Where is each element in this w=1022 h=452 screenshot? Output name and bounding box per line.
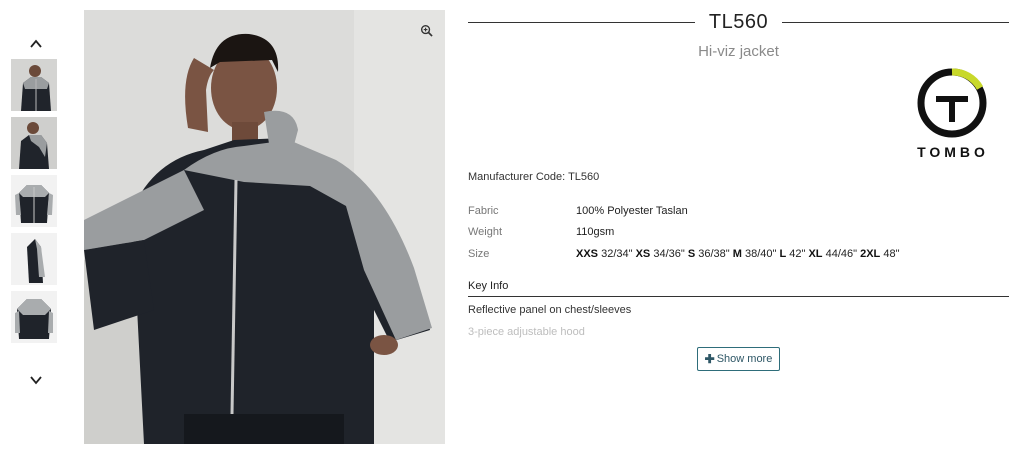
product-info-panel: TL560 Hi-viz jacket TOMBO Manufacturer C… (468, 0, 1009, 452)
size-measure: 42" (789, 248, 806, 260)
size-measure: 48" (883, 248, 900, 260)
title-divider-right (782, 21, 1009, 23)
spec-row-weight: Weight 110gsm (468, 226, 1009, 238)
thumbnail-1[interactable] (11, 59, 57, 111)
spec-label-weight: Weight (468, 226, 503, 238)
size-name: XXS (576, 248, 599, 260)
size-name: S (687, 248, 696, 260)
chevron-down-icon[interactable] (25, 369, 47, 391)
product-name: Hi-viz jacket (698, 43, 779, 60)
size-name: XL (808, 248, 823, 260)
size-measure: 34/36" (653, 248, 685, 260)
brand-logo[interactable]: TOMBO (896, 66, 1010, 160)
spec-row-size: Size XXS 32/34" XS 34/36" S 36/38" M 38/… (468, 248, 1009, 260)
size-measure: 32/34" (601, 248, 633, 260)
size-name: XS (635, 248, 651, 260)
show-more-label: Show more (716, 353, 773, 365)
manufacturer-code-value: TL560 (568, 171, 600, 183)
main-product-image[interactable] (84, 10, 445, 444)
size-measure: 38/40" (744, 248, 777, 260)
size-name: 2XL (860, 248, 881, 260)
key-info-item: Reflective panel on chest/sleeves (468, 304, 632, 316)
spec-label-size: Size (468, 248, 490, 260)
thumbnail-column (0, 0, 70, 452)
product-code-title: TL560 (708, 10, 769, 33)
svg-text:TOMBO: TOMBO (917, 144, 989, 160)
manufacturer-code: Manufacturer Code: TL560 (468, 171, 599, 183)
chevron-up-icon[interactable] (25, 33, 47, 55)
spec-value-weight: 110gsm (576, 226, 615, 238)
manufacturer-code-label: Manufacturer Code: (468, 171, 566, 183)
size-measure: 36/38" (698, 248, 730, 260)
size-name: L (779, 248, 787, 260)
zoom-in-icon[interactable] (414, 18, 438, 42)
size-measure: 44/46" (825, 248, 858, 260)
show-more-button[interactable]: ✚ Show more (697, 347, 780, 371)
key-info-heading: Key Info (468, 280, 1009, 297)
spec-row-fabric: Fabric 100% Polyester Taslan (468, 205, 1009, 217)
title-divider-left (468, 21, 695, 23)
size-list: XXS 32/34" XS 34/36" S 36/38" M 38/40" L… (576, 248, 899, 260)
thumbnail-5[interactable] (11, 291, 57, 343)
thumbnail-2[interactable] (11, 117, 57, 169)
key-info-item: 3-piece adjustable hood (468, 326, 585, 338)
plus-icon: ✚ (704, 352, 715, 366)
thumbnail-4[interactable] (11, 233, 57, 285)
spec-value-fabric: 100% Polyester Taslan (576, 205, 688, 217)
thumbnail-3[interactable] (11, 175, 57, 227)
spec-label-fabric: Fabric (468, 205, 499, 217)
size-name: M (732, 248, 742, 260)
title-row: TL560 (468, 9, 1009, 35)
